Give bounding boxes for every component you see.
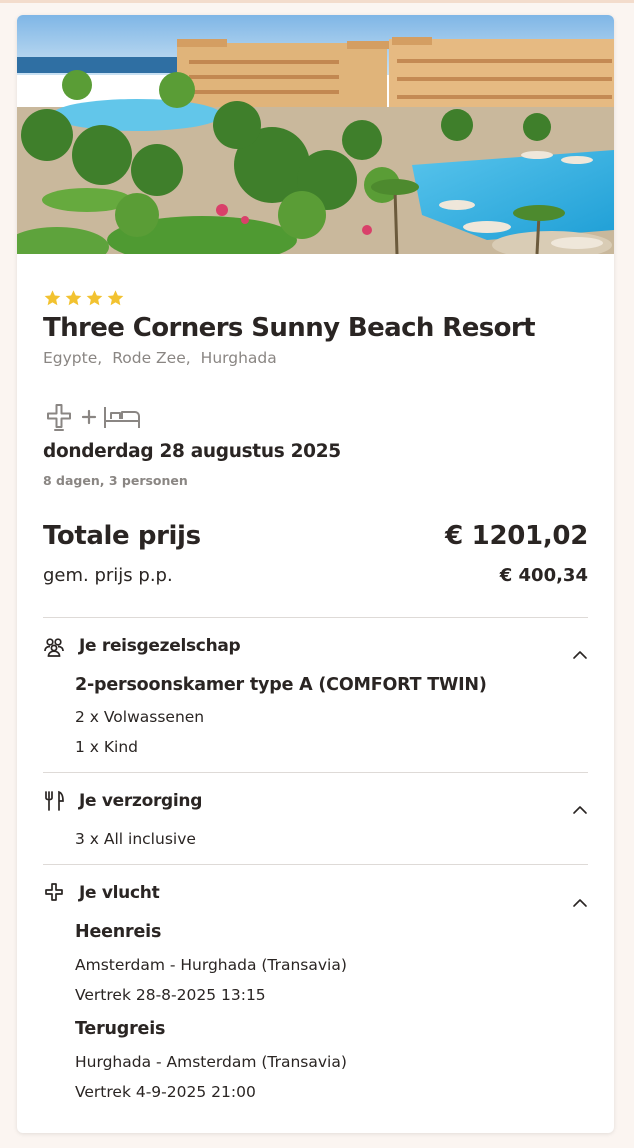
hotel-photo xyxy=(17,15,614,254)
section-title: Je reisgezelschap xyxy=(79,636,241,656)
plus-icon xyxy=(81,409,97,425)
chevron-up-icon[interactable] xyxy=(570,645,590,665)
group-icon xyxy=(44,638,64,657)
adults-count: 2 x Volwassenen xyxy=(75,708,205,726)
package-icons xyxy=(43,401,141,433)
location-region: Rode Zee, xyxy=(112,349,191,367)
children-count: 1 x Kind xyxy=(75,738,139,756)
location-country: Egypte, xyxy=(43,349,103,367)
trip-duration-persons: 8 dagen, 3 personen xyxy=(43,473,188,488)
plane-icon xyxy=(45,883,63,901)
star-icon xyxy=(107,290,124,306)
divider xyxy=(43,864,588,865)
departure-date: donderdag 28 augustus 2025 xyxy=(43,441,341,462)
chevron-up-icon[interactable] xyxy=(570,893,590,913)
return-route: Hurghada - Amsterdam (Transavia) xyxy=(75,1053,347,1071)
star-icon xyxy=(65,290,82,306)
booking-summary-card: Three Corners Sunny Beach Resort Egypte,… xyxy=(17,15,614,1133)
room-type: 2-persoonskamer type A (COMFORT TWIN) xyxy=(75,675,487,695)
outbound-route: Amsterdam - Hurghada (Transavia) xyxy=(75,956,347,974)
divider xyxy=(43,772,588,773)
return-departure: Vertrek 4-9-2025 21:00 xyxy=(75,1083,256,1101)
bed-icon xyxy=(104,407,140,428)
divider xyxy=(43,617,588,618)
total-price-value: € 1201,02 xyxy=(445,521,588,551)
star-rating xyxy=(43,289,125,309)
hotel-name: Three Corners Sunny Beach Resort xyxy=(43,313,536,343)
board-type: 3 x All inclusive xyxy=(75,830,196,848)
star-icon xyxy=(86,290,103,306)
section-title: Je vlucht xyxy=(79,883,160,903)
outbound-departure: Vertrek 28-8-2025 13:15 xyxy=(75,986,266,1004)
outbound-label: Heenreis xyxy=(75,922,162,942)
price-per-person-label: gem. prijs p.p. xyxy=(43,565,173,586)
cutlery-icon xyxy=(45,790,64,811)
hotel-location: Egypte, Rode Zee, Hurghada xyxy=(43,349,277,367)
chevron-up-icon[interactable] xyxy=(570,800,590,820)
top-strip xyxy=(0,0,634,3)
star-icon xyxy=(44,290,61,306)
return-label: Terugreis xyxy=(75,1019,166,1039)
location-city: Hurghada xyxy=(200,349,277,367)
section-title: Je verzorging xyxy=(79,791,203,811)
plane-icon xyxy=(47,404,71,431)
price-per-person-value: € 400,34 xyxy=(499,565,588,586)
total-price-label: Totale prijs xyxy=(43,521,201,551)
